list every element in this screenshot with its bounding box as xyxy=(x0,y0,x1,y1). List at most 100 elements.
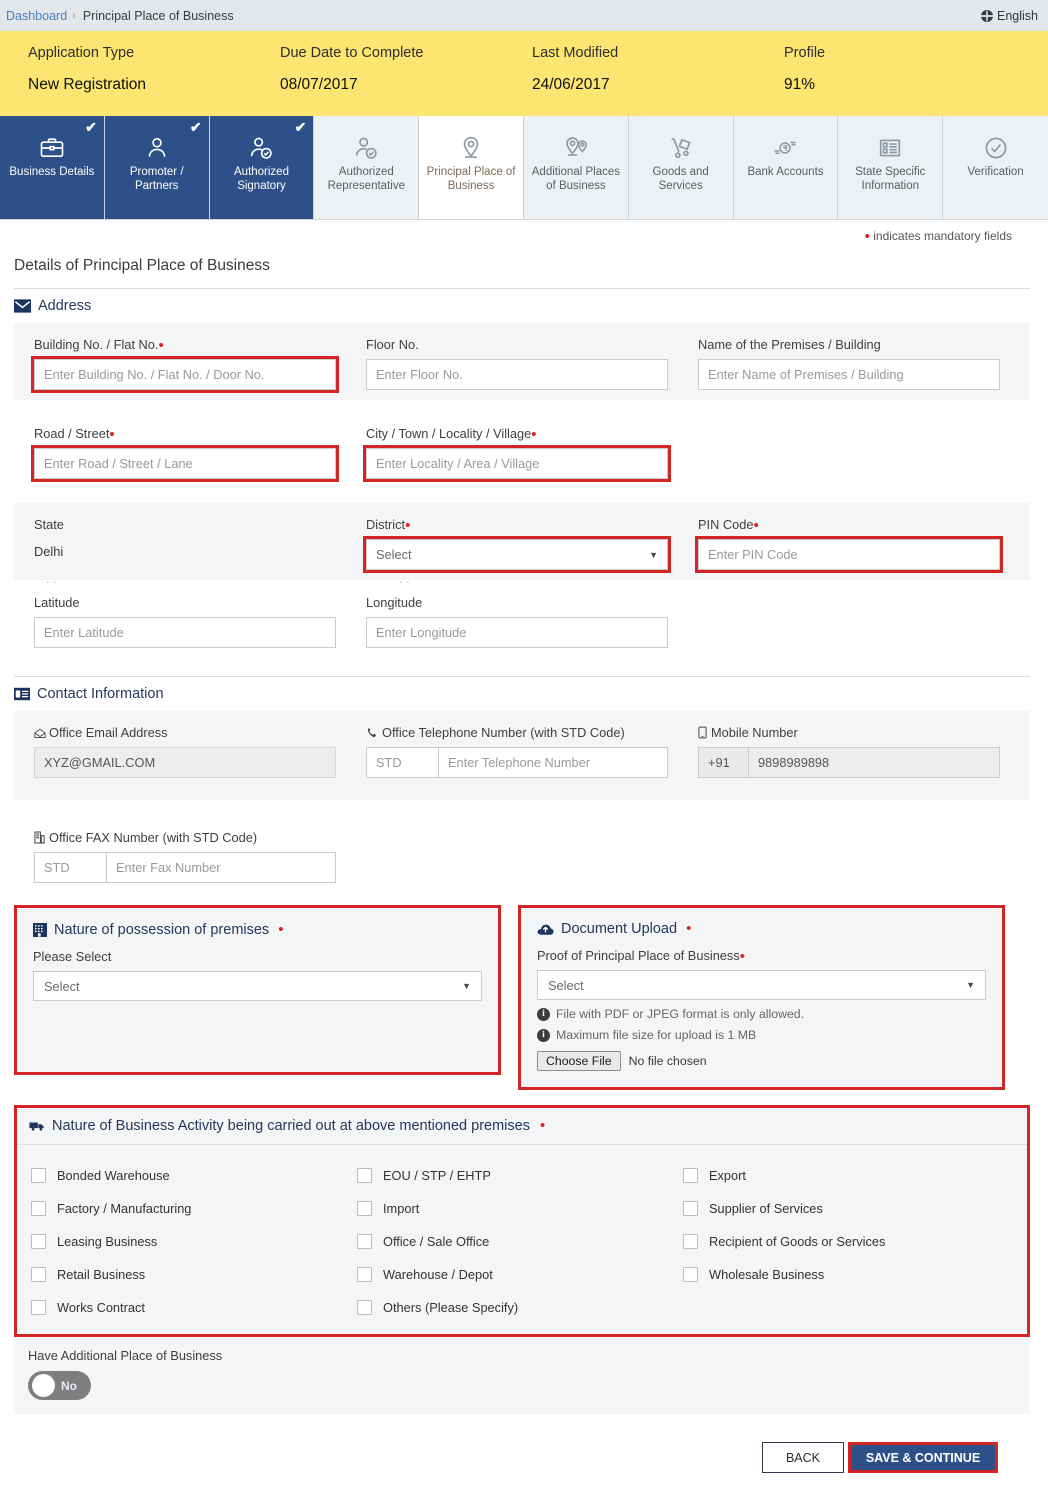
truck-icon xyxy=(29,1120,45,1132)
contact-row: Office Email Address XYZ@GMAIL.COM Offic… xyxy=(14,711,1030,800)
breadcrumb-dashboard-link[interactable]: Dashboard xyxy=(6,9,67,23)
language-selector[interactable]: English xyxy=(981,9,1038,23)
field-label: Road / Street• xyxy=(34,426,366,441)
checkbox-box[interactable] xyxy=(683,1267,698,1282)
tab-authorized-representative[interactable]: Authorized Representative xyxy=(314,116,419,219)
contact-divider xyxy=(14,676,1030,677)
summary-value: New Registration xyxy=(28,76,280,94)
tab-label: Verification xyxy=(964,166,1026,180)
field-label: PIN Code• xyxy=(698,517,1030,532)
checkbox-box[interactable] xyxy=(357,1234,372,1249)
office-telephone-group: STD Enter Telephone Number xyxy=(366,747,668,778)
checkbox-box[interactable] xyxy=(357,1267,372,1282)
tab-business-details[interactable]: ✔ Business Details xyxy=(0,116,105,219)
mobile-country-prefix: +91 xyxy=(698,747,748,778)
field-label: Office Email Address xyxy=(34,725,366,740)
checkbox-office-sale-office[interactable]: Office / Sale Office xyxy=(357,1225,683,1258)
nature-of-possession-select[interactable]: Select ▼ xyxy=(33,971,482,1001)
checkbox-warehouse-depot[interactable]: Warehouse / Depot xyxy=(357,1258,683,1291)
checkbox-label: Office / Sale Office xyxy=(383,1234,489,1249)
field-label: Office FAX Number (with STD Code) xyxy=(34,830,366,845)
checkbox-label: Others (Please Specify) xyxy=(383,1300,518,1315)
tab-label: Promoter / Partners xyxy=(105,166,209,193)
proof-document-select[interactable]: Select ▼ xyxy=(537,970,986,1000)
fax-number-input[interactable]: Enter Fax Number xyxy=(106,852,336,883)
latitude-input[interactable]: Enter Latitude xyxy=(34,617,336,648)
choose-file-button[interactable]: Choose File xyxy=(537,1051,621,1071)
tab-authorized-signatory[interactable]: ✔ Authorized Signatory xyxy=(210,116,315,219)
checkbox-others[interactable]: Others (Please Specify) xyxy=(357,1291,683,1324)
checkbox-factory-manufacturing[interactable]: Factory / Manufacturing xyxy=(31,1192,357,1225)
checkbox-import[interactable]: Import xyxy=(357,1192,683,1225)
field-office-email: Office Email Address XYZ@GMAIL.COM xyxy=(34,725,366,778)
checkbox-box[interactable] xyxy=(683,1234,698,1249)
file-format-info: i File with PDF or JPEG format is only a… xyxy=(537,1007,986,1021)
tab-state-specific-information[interactable]: State Specific Information xyxy=(838,116,943,219)
checkbox-label: Recipient of Goods or Services xyxy=(709,1234,885,1249)
tab-promoter-partners[interactable]: ✔ Promoter / Partners xyxy=(105,116,210,219)
city-input[interactable]: Enter Locality / Area / Village xyxy=(366,448,668,479)
tab-additional-places-of-business[interactable]: Additional Places of Business xyxy=(524,116,629,219)
person-check-icon xyxy=(247,130,275,166)
tab-bank-accounts[interactable]: Bank Accounts xyxy=(734,116,839,219)
registration-step-tabs: ✔ Business Details ✔ Promoter / Partners… xyxy=(0,116,1048,220)
checkbox-export[interactable]: Export xyxy=(683,1159,1009,1192)
document-upload-header: Document Upload • xyxy=(537,921,986,937)
field-label: Building No. / Flat No.• xyxy=(34,337,366,352)
back-button[interactable]: BACK xyxy=(762,1442,844,1473)
floor-no-input[interactable]: Enter Floor No. xyxy=(366,359,668,390)
checkbox-bonded-warehouse[interactable]: Bonded Warehouse xyxy=(31,1159,357,1192)
district-select[interactable]: Select ▼ xyxy=(366,539,668,570)
tab-goods-and-services[interactable]: Goods and Services xyxy=(629,116,734,219)
checkbox-works-contract[interactable]: Works Contract xyxy=(31,1291,357,1324)
checkbox-label: Works Contract xyxy=(57,1300,145,1315)
checkbox-box[interactable] xyxy=(31,1300,46,1315)
fax-row: Office FAX Number (with STD Code) STD En… xyxy=(14,816,1030,893)
checkbox-box[interactable] xyxy=(31,1234,46,1249)
telephone-std-input[interactable]: STD xyxy=(366,747,438,778)
longitude-input[interactable]: Enter Longitude xyxy=(366,617,668,648)
tab-label: Authorized Signatory xyxy=(210,166,314,193)
checkbox-label: Export xyxy=(709,1168,746,1183)
checkbox-leasing-business[interactable]: Leasing Business xyxy=(31,1225,357,1258)
additional-place-toggle[interactable]: No xyxy=(28,1371,91,1400)
telephone-number-input[interactable]: Enter Telephone Number xyxy=(438,747,668,778)
checkbox-box[interactable] xyxy=(683,1168,698,1183)
save-and-continue-button[interactable]: SAVE & CONTINUE xyxy=(848,1442,998,1473)
road-street-input[interactable]: Enter Road / Street / Lane xyxy=(34,448,336,479)
person-badge-icon xyxy=(352,130,380,166)
checkbox-eou-stp-ehtp[interactable]: EOU / STP / EHTP xyxy=(357,1159,683,1192)
nature-of-possession-sublabel: Please Select xyxy=(33,949,482,964)
field-label: Latitude xyxy=(34,595,366,610)
summary-label: Application Type xyxy=(28,45,280,61)
checkbox-box[interactable] xyxy=(31,1168,46,1183)
premises-name-input[interactable]: Enter Name of Premises / Building xyxy=(698,359,1000,390)
proof-label: Proof of Principal Place of Business• xyxy=(537,948,986,963)
checkbox-box[interactable] xyxy=(683,1201,698,1216)
application-summary-banner: Application Type New Registration Due Da… xyxy=(0,31,1048,116)
address-row-1: Building No. / Flat No.• Enter Building … xyxy=(14,323,1030,400)
summary-application-type: Application Type New Registration xyxy=(28,45,280,116)
checkbox-box[interactable] xyxy=(31,1201,46,1216)
checkbox-wholesale-business[interactable]: Wholesale Business xyxy=(683,1258,1009,1291)
summary-profile: Profile 91% xyxy=(784,45,1036,116)
business-activity-header: Nature of Business Activity being carrie… xyxy=(17,1118,1027,1145)
checkbox-retail-business[interactable]: Retail Business xyxy=(31,1258,357,1291)
geo-row: Latitude Enter Latitude Longitude Enter … xyxy=(14,593,1030,658)
checkbox-supplier-of-services[interactable]: Supplier of Services xyxy=(683,1192,1009,1225)
building-no-input[interactable]: Enter Building No. / Flat No. / Door No. xyxy=(34,359,336,390)
tab-check-icon: ✔ xyxy=(85,120,97,134)
checkbox-box[interactable] xyxy=(357,1168,372,1183)
pin-code-input[interactable]: Enter PIN Code xyxy=(698,539,1000,570)
checkbox-box[interactable] xyxy=(357,1201,372,1216)
tab-verification[interactable]: Verification xyxy=(943,116,1048,219)
checkbox-box[interactable] xyxy=(31,1267,46,1282)
checkbox-recipient-of-goods-or-services[interactable]: Recipient of Goods or Services xyxy=(683,1225,1009,1258)
fax-std-input[interactable]: STD xyxy=(34,852,106,883)
checkbox-box[interactable] xyxy=(357,1300,372,1315)
tab-label: Bank Accounts xyxy=(744,166,826,180)
field-label: Mobile Number xyxy=(698,725,1030,740)
chevron-down-icon: ▼ xyxy=(966,980,975,990)
summary-last-modified: Last Modified 24/06/2017 xyxy=(532,45,784,116)
tab-principal-place-of-business[interactable]: Principal Place of Business xyxy=(419,116,524,219)
